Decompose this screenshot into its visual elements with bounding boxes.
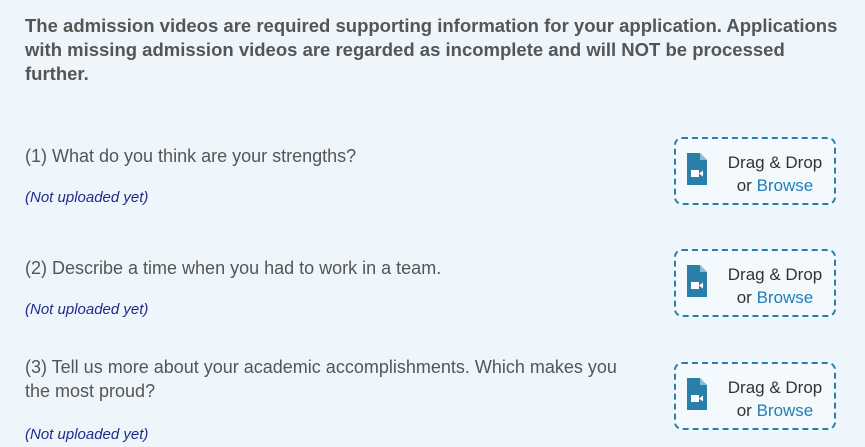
dropzone-text: Drag & Drop or Browse [716,151,834,197]
question-2-text: (2) Describe a time when you had to work… [25,258,442,278]
drag-drop-label: Drag & Drop [727,153,823,172]
question-1-text: (1) What do you think are your strengths… [25,146,357,166]
video-file-icon [687,265,707,297]
question-3-text: (3) Tell us more about your academic acc… [25,357,617,401]
question-2-status: (Not uploaded yet) [25,301,149,318]
browse-link[interactable]: Browse [757,288,814,307]
drag-drop-label: Drag & Drop [727,378,823,397]
dropzone-text: Drag & Drop or Browse [716,263,834,309]
or-label: or [736,176,752,195]
required-videos-notice: The admission videos are required suppor… [25,15,838,84]
or-label: or [736,288,752,307]
video-file-icon [687,378,707,410]
or-label: or [736,401,752,420]
question-1-dropzone[interactable]: Drag & Drop or Browse [674,137,836,205]
question-1-status: (Not uploaded yet) [25,189,149,206]
video-file-icon [687,153,707,185]
question-3-dropzone[interactable]: Drag & Drop or Browse [674,362,836,430]
drag-drop-label: Drag & Drop [727,265,823,284]
browse-link[interactable]: Browse [757,401,814,420]
question-3-status: (Not uploaded yet) [25,426,149,443]
dropzone-text: Drag & Drop or Browse [716,376,834,422]
question-2-dropzone[interactable]: Drag & Drop or Browse [674,249,836,317]
browse-link[interactable]: Browse [757,176,814,195]
